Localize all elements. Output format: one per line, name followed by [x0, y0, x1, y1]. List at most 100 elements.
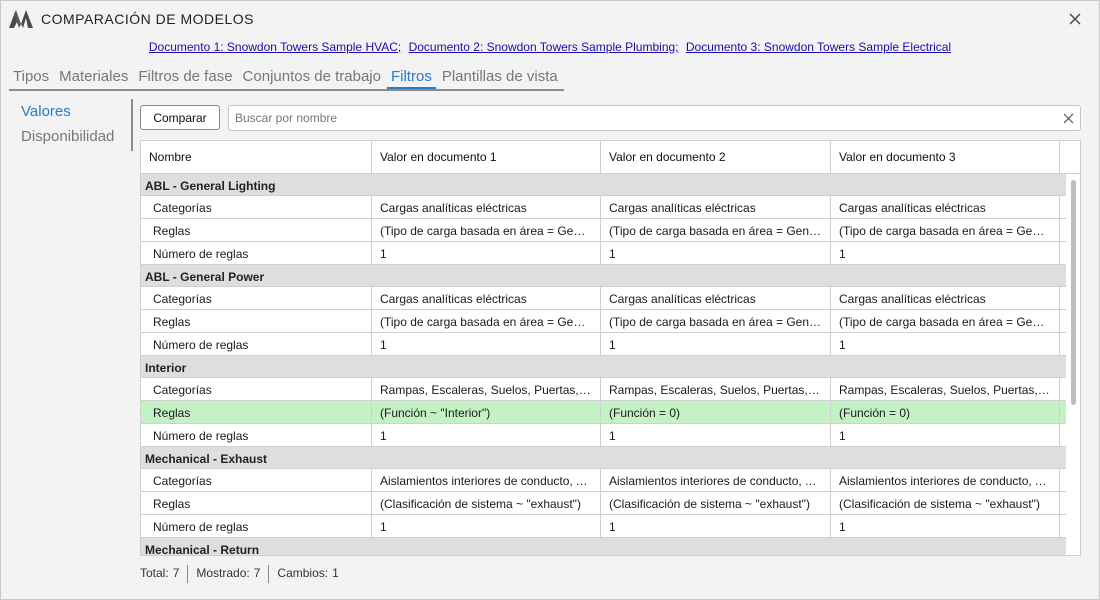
cell-value-doc2: Cargas analíticas eléctricas — [601, 196, 831, 218]
tab-filtros[interactable]: Filtros — [386, 65, 436, 89]
cell-value-doc2: (Clasificación de sistema ~ "exhaust") — [601, 492, 831, 514]
cell-property-name: Número de reglas — [141, 515, 372, 537]
table-row[interactable]: Categorías Cargas analíticas eléctricas Ca… — [141, 287, 1066, 310]
close-icon — [1063, 113, 1073, 123]
status-bar: Total: 7 Mostrado: 7 Cambios: 1 — [140, 565, 347, 583]
comparison-table: Nombre Valor en documento 1 Valor en doc… — [140, 140, 1081, 556]
tab-materiales[interactable]: Materiales — [55, 65, 132, 89]
table-row[interactable]: Reglas (Clasificación de sistema ~ "exhau… — [141, 492, 1066, 515]
column-header-doc2[interactable]: Valor en documento 2 — [601, 141, 831, 173]
document-link-3[interactable]: Documento 3: Snowdon Towers Sample Elect… — [686, 40, 951, 54]
search-box — [228, 105, 1081, 131]
scrollbar-thumb[interactable] — [1071, 180, 1076, 405]
cell-value-doc3: Cargas analíticas eléctricas — [831, 287, 1060, 309]
table-row[interactable]: Número de reglas 1 1 1 — [141, 333, 1066, 356]
cell-value-doc2: 1 — [601, 333, 831, 355]
table-body: ABL - General Lighting Categorías Cargas a… — [141, 174, 1066, 555]
document-links: Documento 1: Snowdon Towers Sample HVAC;… — [1, 40, 1099, 54]
cell-property-name: Reglas — [141, 310, 372, 332]
cell-value-doc1: Cargas analíticas eléctricas — [372, 287, 601, 309]
cell-value-doc1: (Tipo de carga basada en área = Gener... — [372, 219, 601, 241]
cell-property-name: Número de reglas — [141, 333, 372, 355]
cell-property-name: Categorías — [141, 469, 372, 491]
document-link-2[interactable]: Documento 2: Snowdon Towers Sample Plumb… — [409, 40, 679, 54]
column-header-doc1[interactable]: Valor en documento 1 — [372, 141, 601, 173]
cell-property-name: Reglas — [141, 492, 372, 514]
cell-value-doc3: 1 — [831, 333, 1060, 355]
vertical-scrollbar[interactable] — [1068, 174, 1080, 555]
compare-button[interactable]: Comparar — [140, 105, 220, 130]
clear-search-button[interactable] — [1060, 110, 1076, 126]
cell-value-doc1: Rampas, Escaleras, Suelos, Puertas, Mur.… — [372, 378, 601, 400]
cell-property-name: Categorías — [141, 378, 372, 400]
sidenav-item-disponibilidad[interactable]: Disponibilidad — [17, 124, 131, 149]
cell-value-doc2: Cargas analíticas eléctricas — [601, 287, 831, 309]
table-header: Nombre Valor en documento 1 Valor en doc… — [141, 141, 1080, 174]
tab-plantillas-de-vista[interactable]: Plantillas de vista — [438, 65, 562, 89]
cell-value-doc3: 1 — [831, 515, 1060, 537]
cell-value-doc1: 1 — [372, 515, 601, 537]
cell-property-name: Número de reglas — [141, 424, 372, 446]
table-row[interactable]: Número de reglas 1 1 1 — [141, 515, 1066, 538]
cell-value-doc2: 1 — [601, 424, 831, 446]
column-header-doc3[interactable]: Valor en documento 3 — [831, 141, 1060, 173]
cell-value-doc3: Rampas, Escaleras, Suelos, Puertas, Mur.… — [831, 378, 1060, 400]
status-changes: Cambios: 1 — [269, 565, 346, 583]
cell-value-doc1: Aislamientos interiores de conducto, Ai.… — [372, 469, 601, 491]
cell-value-doc3: (Tipo de carga basada en área = Gener... — [831, 219, 1060, 241]
cell-value-doc3: (Clasificación de sistema ~ "exhaust") — [831, 492, 1060, 514]
table-row[interactable]: Categorías Cargas analíticas eléctricas Ca… — [141, 196, 1066, 219]
cell-value-doc1: Cargas analíticas eléctricas — [372, 196, 601, 218]
sidenav-item-valores[interactable]: Valores — [17, 99, 131, 124]
table-row[interactable]: Reglas (Tipo de carga basada en área = Ge… — [141, 219, 1066, 242]
cell-value-doc2: (Función = 0) — [601, 401, 831, 423]
status-changes-label: Cambios: — [277, 566, 329, 580]
group-header[interactable]: ABL - General Power — [141, 265, 1066, 287]
close-button[interactable] — [1063, 7, 1087, 31]
cell-value-doc1: 1 — [372, 242, 601, 264]
table-row-changed[interactable]: Reglas (Función ~ "Interior") (Función = 0… — [141, 401, 1066, 424]
title-bar: COMPARACIÓN DE MODELOS — [1, 1, 1099, 37]
window-title: COMPARACIÓN DE MODELOS — [41, 11, 254, 27]
table-row[interactable]: Número de reglas 1 1 1 — [141, 424, 1066, 447]
group-header[interactable]: Mechanical - Return — [141, 538, 1066, 555]
group-header[interactable]: ABL - General Lighting — [141, 174, 1066, 196]
cell-value-doc1: 1 — [372, 333, 601, 355]
table-row[interactable]: Número de reglas 1 1 1 — [141, 242, 1066, 265]
cell-value-doc2: Rampas, Escaleras, Suelos, Puertas, Mur.… — [601, 378, 831, 400]
tab-conjuntos-de-trabajo[interactable]: Conjuntos de trabajo — [239, 65, 385, 89]
column-header-nombre[interactable]: Nombre — [141, 141, 372, 173]
group-header[interactable]: Mechanical - Exhaust — [141, 447, 1066, 469]
cell-value-doc3: 1 — [831, 242, 1060, 264]
status-shown: Mostrado: 7 — [188, 565, 270, 583]
status-shown-label: Mostrado: — [196, 566, 250, 580]
cell-property-name: Reglas — [141, 219, 372, 241]
side-navigation: Valores Disponibilidad — [17, 99, 133, 151]
status-total: Total: 7 — [140, 565, 189, 583]
table-row[interactable]: Categorías Aislamientos interiores de con… — [141, 469, 1066, 492]
cell-value-doc1: 1 — [372, 424, 601, 446]
tab-bar: Tipos Materiales Filtros de fase Conjunt… — [9, 65, 564, 91]
tab-tipos[interactable]: Tipos — [9, 65, 53, 89]
cell-value-doc3: Aislamientos interiores de conducto, Ai.… — [831, 469, 1060, 491]
cell-value-doc2: (Tipo de carga basada en área = Gener... — [601, 219, 831, 241]
status-changes-value: 1 — [332, 566, 339, 580]
cell-value-doc1: (Función ~ "Interior") — [372, 401, 601, 423]
table-row[interactable]: Categorías Rampas, Escaleras, Suelos, Pue… — [141, 378, 1066, 401]
status-total-value: 7 — [172, 566, 180, 580]
search-input[interactable] — [235, 109, 1055, 127]
group-header[interactable]: Interior — [141, 356, 1066, 378]
close-icon — [1069, 13, 1081, 25]
cell-value-doc1: (Clasificación de sistema ~ "exhaust") — [372, 492, 601, 514]
cell-value-doc2: Aislamientos interiores de conducto, Ai.… — [601, 469, 831, 491]
cell-value-doc3: (Función = 0) — [831, 401, 1060, 423]
document-link-1[interactable]: Documento 1: Snowdon Towers Sample HVAC; — [149, 40, 401, 54]
cell-value-doc1: (Tipo de carga basada en área = Gener... — [372, 310, 601, 332]
cell-property-name: Reglas — [141, 401, 372, 423]
cell-value-doc2: 1 — [601, 515, 831, 537]
status-shown-value: 7 — [253, 566, 261, 580]
cell-property-name: Categorías — [141, 287, 372, 309]
table-row[interactable]: Reglas (Tipo de carga basada en área = Ge… — [141, 310, 1066, 333]
cell-value-doc3: Cargas analíticas eléctricas — [831, 196, 1060, 218]
tab-filtros-de-fase[interactable]: Filtros de fase — [134, 65, 236, 89]
